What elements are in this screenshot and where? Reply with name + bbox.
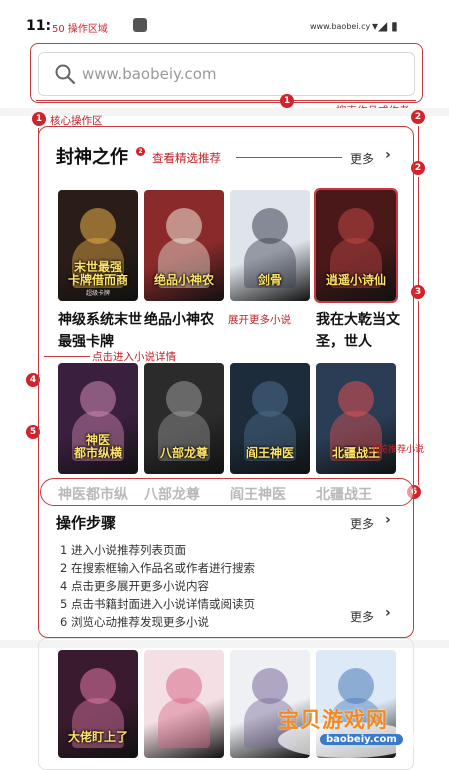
step-item: 2 在搜索框输入作品名或作者进行搜索: [60, 561, 255, 575]
step-item: 4 点击更多展开更多小说内容: [60, 579, 209, 593]
status-time: 11:: [26, 18, 52, 34]
book-cover[interactable]: 末世最强 卡牌借而商超级卡牌: [58, 190, 138, 301]
cover-title: 末世最强 卡牌借而商: [67, 259, 128, 287]
status-url: www.baobei.cy: [310, 22, 371, 31]
chevron-right-icon[interactable]: ›: [385, 605, 391, 621]
signal-battery-icon: ▾◢ ▮: [372, 19, 398, 33]
book-cover[interactable]: 北疆战王: [316, 363, 396, 474]
annotation-arrow: [236, 157, 342, 158]
book-cover[interactable]: 八部龙尊: [144, 363, 224, 474]
chevron-right-icon[interactable]: ›: [385, 147, 391, 163]
annotation-badge-1: 1: [280, 94, 294, 108]
app-icon: [133, 18, 147, 32]
status-note: 50 操作区域: [52, 24, 108, 35]
annotation-arrow: [44, 356, 90, 357]
book-cover[interactable]: 逍遥小诗仙: [314, 188, 398, 303]
annotation-expand-more: 展开更多小说: [228, 314, 291, 326]
book-cover[interactable]: 绝品小神农: [144, 190, 224, 301]
steps-more-link-2[interactable]: 更多: [350, 608, 374, 625]
book-cover[interactable]: 大佬盯上了: [58, 650, 138, 758]
cover-title: 阎王神医: [245, 445, 294, 460]
steps-more-link[interactable]: 更多: [350, 515, 374, 532]
cover-title: 绝品小神农: [153, 272, 214, 287]
annotation-badge-2: 2: [411, 110, 425, 124]
cover-title: 逍遥小诗仙: [325, 272, 386, 287]
annotation-badge-1b: 1: [32, 112, 46, 126]
book-cover[interactable]: [144, 650, 224, 758]
cover-title: 神医 都市纵横: [73, 432, 122, 460]
status-bar: 11: 50 操作区域 www.baobei.cy ▾◢ ▮: [0, 0, 449, 40]
cover-title: 大佬盯上了: [67, 729, 128, 744]
annotation-line: [418, 177, 419, 285]
steps-title: 操作步骤: [56, 514, 117, 532]
book-name[interactable]: 我在大乾当文圣，世人: [316, 309, 400, 353]
book-name[interactable]: 绝品小神农: [144, 309, 228, 331]
book-name[interactable]: 神级系统末世最强卡牌: [58, 309, 142, 353]
cover-title: 八部龙尊: [159, 445, 208, 460]
annotation-line: [418, 126, 419, 162]
annotation-enter-detail: 点击进入小说详情: [92, 351, 176, 363]
annotation-see-picks: 查看精选推荐: [152, 151, 221, 165]
book-cover[interactable]: 阎王神医: [230, 363, 310, 474]
book-name[interactable]: 八部龙尊: [144, 484, 228, 506]
book-cover[interactable]: 神医 都市纵横: [58, 363, 138, 474]
cover-subtitle: 超级卡牌: [85, 290, 110, 297]
search-placeholder: www.baobeiy.com: [82, 65, 217, 83]
book-name[interactable]: 神医都市纵: [58, 484, 142, 506]
step-item: 6 浏览心动推荐发现更多小说: [60, 615, 209, 629]
cover-figure-body: [158, 698, 210, 748]
annotation-small-dot: 2: [136, 147, 145, 156]
watermark-url: baobeiy.com: [320, 734, 403, 745]
cover-title: 剑骨: [257, 272, 282, 287]
annotation-line: [418, 301, 419, 485]
book-name[interactable]: 北疆战王: [316, 484, 386, 506]
search-icon: [55, 64, 76, 85]
step-item: 1 进入小说推荐列表页面: [60, 543, 186, 557]
annotation-line: [36, 100, 416, 101]
section-title: 封神之作: [56, 147, 128, 168]
book-cover[interactable]: 剑骨: [230, 190, 310, 301]
annotation-browse-recommend: 浏览推荐小说: [370, 445, 425, 455]
chevron-right-icon[interactable]: ›: [385, 512, 391, 528]
section-more-link[interactable]: 更多: [350, 150, 374, 167]
book-name[interactable]: 阎王神医: [230, 484, 314, 506]
watermark-text: 宝贝游戏网: [278, 708, 388, 732]
step-item: 5 点击书籍封面进入小说详情或阅读页: [60, 597, 255, 611]
